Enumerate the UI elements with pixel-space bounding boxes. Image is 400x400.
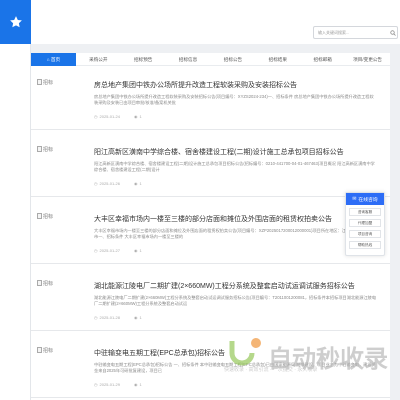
nav-tender-mail[interactable]: 招标邮箱 (300, 53, 345, 66)
float-item-project[interactable]: 项目咨询 (349, 230, 381, 238)
main-nav: ⌂ 首页 采购公开 招标预告 招标信息 招标公告 招标结果 招标邮箱 项目/变更… (31, 52, 390, 66)
broken-image-icon (37, 79, 42, 85)
thumbnail-alt: 招标 (43, 146, 54, 153)
date-text: 2025-01-29 (99, 382, 120, 387)
sidebar (0, 0, 31, 400)
entry-date: ◷ 2025-01-29 (94, 382, 120, 387)
star-icon (9, 16, 22, 28)
broken-image-icon (37, 347, 42, 353)
thumbnail[interactable]: 招标 (37, 209, 77, 223)
entry-description: 房总地产集团中铁办公场所提升改造工程软装采购及安装招标公告(项目编号：XYZS2… (94, 94, 374, 105)
top-header: 输入关键词搜索... (31, 0, 400, 44)
thumbnail[interactable]: 招标 (37, 343, 77, 357)
nav-home[interactable]: ⌂ 首页 (31, 52, 76, 66)
list-item[interactable]: 招标 阳江高新区潢南中学综合楼、宿舍楼建设工程(二期)设计施工总承包项目招标公告… (31, 133, 390, 197)
date-text: 2025-01-24 (99, 114, 120, 119)
eye-icon: ◉ (133, 382, 138, 387)
thumbnail[interactable]: 招标 (37, 276, 77, 290)
thumbnail[interactable]: 招标 (37, 75, 77, 89)
thumbnail-alt: 招标 (43, 280, 54, 287)
entry-meta: ◷ 2025-01-26 ◉ 1 (94, 181, 142, 186)
date-text: 2025-01-26 (99, 181, 120, 186)
star-logo-button[interactable] (0, 0, 31, 44)
clock-icon: ◷ (94, 382, 98, 387)
nav-tender-result[interactable]: 招标结果 (255, 53, 300, 66)
entry-date: ◷ 2025-01-26 (94, 181, 120, 186)
entry-views: ◉ 1 (134, 114, 142, 119)
nav-tender-preview[interactable]: 招标预告 (121, 53, 166, 66)
date-text: 2025-01-28 (99, 315, 120, 320)
clock-icon: ◷ (94, 114, 98, 119)
list-item[interactable]: 招标 湖北能源江陵电厂二期扩建(2×660MW)工程分系统及整套启动试运调试服务… (31, 267, 390, 331)
watermark: 自动秒收录 快速收录 · 高效引流 · 一次提交 · 永久收录 (224, 331, 394, 377)
entry-meta: ◷ 2025-01-24 ◉ 1 (94, 114, 142, 119)
entry-description: 大丰区幸福市场内一楼至三楼的部分店面和摊位及外围店面的租赁权拍卖公告(项目编号：… (94, 228, 376, 239)
broken-image-icon (37, 280, 42, 286)
views-text: 1 (139, 315, 142, 320)
nav-tender-notice[interactable]: 招标公告 (211, 53, 256, 66)
eye-icon: ◉ (133, 181, 138, 186)
entry-views: ◉ 1 (134, 315, 142, 320)
views-text: 1 (139, 181, 142, 186)
thumbnail-alt: 招标 (43, 213, 54, 220)
entry-views: ◉ 1 (134, 382, 142, 387)
list-item[interactable]: 招标 房总地产集团中铁办公场所提升改造工程软装采购及安装招标公告 房总地产集团中… (31, 66, 390, 130)
entry-date: ◷ 2025-01-27 (94, 248, 120, 253)
online-consult-button[interactable]: ✉ 在线咨询 (346, 193, 384, 205)
eye-icon: ◉ (133, 114, 138, 119)
broken-image-icon (37, 146, 42, 152)
float-item-join[interactable]: 代理加盟 (349, 219, 381, 227)
floating-contact-panel: ✉ 在线咨询 咨询客服 代理加盟 项目咨询 帮助热线 (345, 192, 385, 256)
entry-views: ◉ 1 (134, 181, 142, 186)
entry-title-link[interactable]: 阳江高新区潢南中学综合楼、宿舍楼建设工程(二期)设计施工总承包项目招标公告 (94, 147, 384, 157)
thumbnail-alt: 招标 (43, 79, 54, 86)
clock-icon: ◷ (94, 315, 98, 320)
views-text: 1 (139, 114, 142, 119)
float-item-service[interactable]: 咨询客服 (349, 208, 381, 216)
entry-date: ◷ 2025-01-24 (94, 114, 120, 119)
clock-icon: ◷ (94, 181, 98, 186)
clock-icon: ◷ (94, 248, 98, 253)
entry-meta: ◷ 2025-01-27 ◉ 1 (94, 248, 142, 253)
search-input[interactable]: 输入关键词搜索... (313, 26, 398, 39)
views-text: 1 (139, 382, 142, 387)
entry-views: ◉ 1 (134, 248, 142, 253)
entry-meta: ◷ 2025-01-28 ◉ 1 (94, 315, 142, 320)
watermark-subtitle: 快速收录 · 高效引流 · 一次提交 · 永久收录 (224, 367, 318, 373)
date-text: 2025-01-27 (99, 248, 120, 253)
page-root: 输入关键词搜索... ⌂ 首页 采购公开 招标预告 招标信息 招标公告 招标结果… (0, 0, 400, 400)
nav-label: 首页 (50, 56, 61, 62)
watermark-logo-icon (229, 338, 261, 366)
thumbnail-alt: 招标 (43, 347, 54, 354)
nav-change-notice[interactable]: 项目/变更公告 (345, 53, 390, 66)
search-button[interactable] (387, 26, 398, 39)
eye-icon: ◉ (133, 248, 138, 253)
float-head-label: 在线咨询 (358, 197, 378, 203)
entry-description: 湖北能源江陵电厂二期扩建(2×660MW)工程分系统及整套启动试运调试服务招标公… (94, 295, 377, 306)
entry-description: 阳江高新区潢南中学综合楼、宿舍楼建设工程(二期)设计施工总承包项目招标公告(招标… (94, 161, 375, 172)
entry-title-link[interactable]: 房总地产集团中铁办公场所提升改造工程软装采购及安装招标公告 (94, 80, 384, 90)
entry-date: ◷ 2025-01-28 (94, 315, 120, 320)
entry-title-link[interactable]: 湖北能源江陵电厂二期扩建(2×660MW)工程分系统及整套启动试运调试服务招标公… (94, 281, 384, 291)
nav-tender-info[interactable]: 招标信息 (166, 53, 211, 66)
entry-title-link[interactable]: 大丰区幸福市场内一楼至三楼的部分店面和摊位及外围店面的租赁权拍卖公告 (94, 214, 384, 224)
list-item[interactable]: 招标 大丰区幸福市场内一楼至三楼的部分店面和摊位及外围店面的租赁权拍卖公告 大丰… (31, 200, 390, 264)
eye-icon: ◉ (133, 315, 138, 320)
float-item-hotline[interactable]: 帮助热线 (349, 241, 381, 249)
chat-icon: ✉ (352, 196, 357, 202)
thumbnail[interactable]: 招标 (37, 142, 77, 156)
search-icon (389, 29, 396, 36)
views-text: 1 (139, 248, 142, 253)
entry-meta: ◷ 2025-01-29 ◉ 1 (94, 382, 142, 387)
broken-image-icon (37, 213, 42, 219)
nav-procurement[interactable]: 采购公开 (76, 53, 121, 66)
